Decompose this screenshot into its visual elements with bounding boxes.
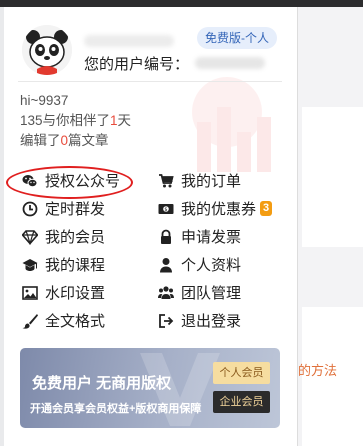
menu-item-label: 我的优惠券: [181, 201, 257, 218]
menu-item-label: 我的课程: [45, 257, 106, 274]
users-icon: [158, 285, 174, 301]
menu-item-label: 水印设置: [45, 285, 106, 302]
menu-item-my-coupons[interactable]: $ 我的优惠券 3: [158, 197, 282, 220]
menu-item-label: 全文格式: [45, 313, 106, 330]
sign-out-icon: [158, 313, 174, 329]
promo-title: 免费用户 无商用版权: [32, 375, 172, 392]
plan-badge[interactable]: 免费版-个人: [197, 27, 277, 49]
menu-item-profile[interactable]: 个人资料: [158, 253, 282, 276]
user-stats: hi~9937 135与你相伴了1天 编辑了0篇文章: [20, 91, 131, 151]
menu-item-label: 团队管理: [181, 285, 242, 302]
menu-item-team-management[interactable]: 团队管理: [158, 281, 282, 304]
menu-item-apply-invoice[interactable]: 申请发票: [158, 225, 282, 248]
panda-avatar-icon: [22, 25, 72, 75]
background-link-text[interactable]: 的方法: [298, 360, 337, 379]
background-card: [302, 107, 363, 247]
articles-edited: 编辑了0篇文章: [20, 131, 131, 151]
articles-value: 0: [60, 133, 69, 148]
menu-item-label: 授权公众号: [45, 173, 121, 190]
user-handle: hi~9937: [20, 93, 69, 108]
lock-icon: [158, 229, 174, 245]
menu-item-label: 个人资料: [181, 257, 242, 274]
menu-item-authorize-account[interactable]: 授权公众号: [22, 169, 158, 192]
top-bar: [0, 0, 363, 7]
menu-item-my-courses[interactable]: 我的课程: [22, 253, 158, 276]
menu-item-label: 定时群发: [45, 201, 106, 218]
svg-text:$: $: [164, 207, 167, 213]
articles-suffix: 篇文章: [68, 133, 109, 148]
enterprise-member-button[interactable]: 企业会员: [213, 391, 270, 413]
user-id-redacted: [195, 57, 266, 69]
membership-promo-banner[interactable]: 免费用户 无商用版权 开通会员享会员权益+版权商用保障 个人会员 企业会员: [20, 348, 280, 428]
promo-subtitle: 开通会员享会员权益+版权商用保障: [30, 403, 202, 415]
clock-icon: [22, 201, 38, 217]
menu-item-label: 我的会员: [45, 229, 106, 246]
menu-item-logout[interactable]: 退出登录: [158, 309, 282, 332]
menu-item-label: 申请发票: [181, 229, 242, 246]
image-icon: [22, 285, 38, 301]
wechat-icon: [22, 173, 38, 189]
menu-item-full-text-format[interactable]: 全文格式: [22, 309, 158, 332]
menu-item-my-membership[interactable]: 我的会员: [22, 225, 158, 248]
personal-member-button[interactable]: 个人会员: [213, 362, 270, 384]
user-dropdown-panel: 免费版-个人 您的用户编号： hi~9937 135与你相伴了1天 编辑了0篇文…: [4, 7, 298, 446]
diamond-icon: [22, 229, 38, 245]
user-icon: [158, 257, 174, 273]
days-prefix: 135与你相伴了: [20, 113, 111, 128]
cart-icon: [158, 173, 174, 189]
avatar[interactable]: [22, 25, 72, 75]
menu-item-my-orders[interactable]: 我的订单: [158, 169, 282, 192]
coupon-count-badge: 3: [260, 201, 273, 216]
days-suffix: 天: [117, 113, 132, 128]
coupon-icon: $: [158, 201, 174, 217]
user-menu: 授权公众号 我的订单 定时群发 $ 我的优惠券 3 我的会员 申请发票 我的课程…: [22, 169, 282, 332]
graduation-cap-icon: [22, 257, 38, 273]
divider: [18, 81, 282, 82]
brush-icon: [22, 313, 38, 329]
menu-item-watermark-settings[interactable]: 水印设置: [22, 281, 158, 304]
user-id-row: 您的用户编号：: [84, 53, 266, 73]
menu-item-label: 退出登录: [181, 313, 242, 330]
days-value: 1: [110, 113, 118, 128]
days-together: 135与你相伴了1天: [20, 111, 131, 131]
menu-item-scheduled-send[interactable]: 定时群发: [22, 197, 158, 220]
user-id-label: 您的用户编号：: [84, 55, 190, 73]
background-page: 的方法: [298, 7, 363, 446]
username-redacted: [84, 35, 174, 47]
menu-item-label: 我的订单: [181, 173, 242, 190]
articles-prefix: 编辑了: [20, 133, 61, 148]
